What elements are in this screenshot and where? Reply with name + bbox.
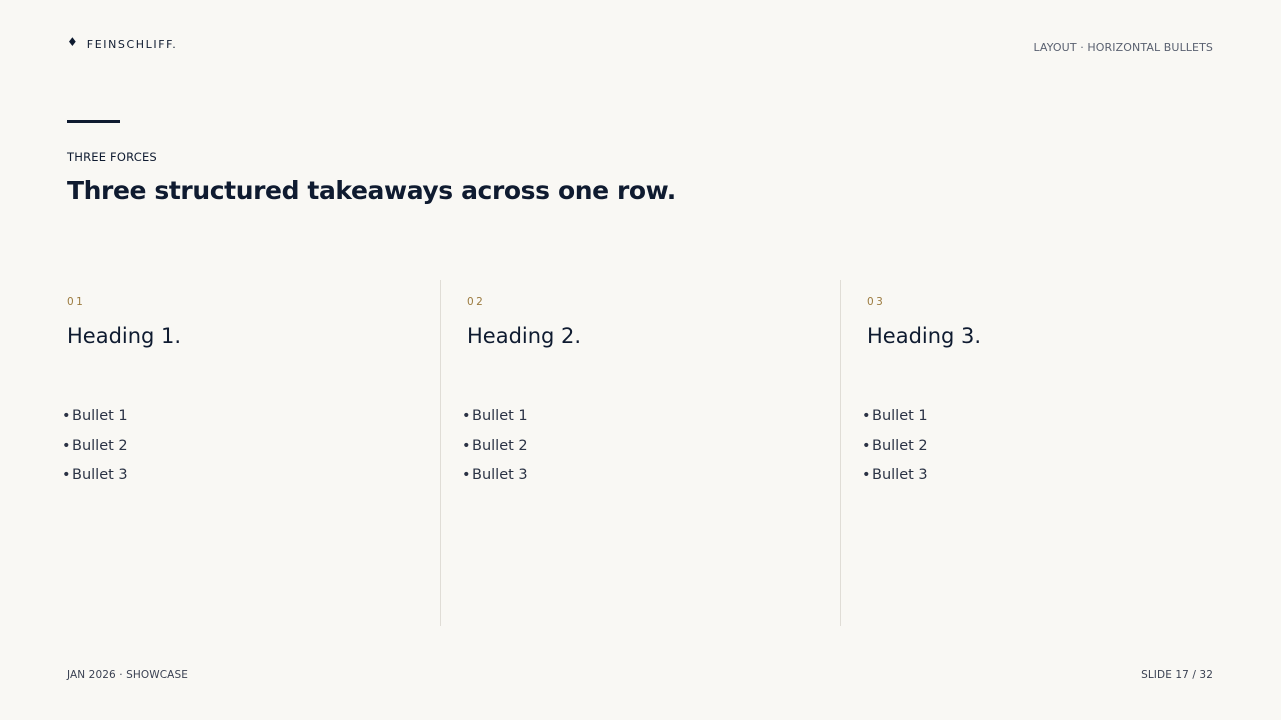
column-number: 02	[467, 296, 486, 308]
list-item: •Bullet 2	[462, 436, 528, 466]
bullet-dot-icon: •	[862, 467, 871, 483]
list-item: •Bullet 1	[62, 406, 128, 436]
bullet-text: Bullet 3	[72, 467, 128, 483]
list-item: •Bullet 3	[862, 465, 928, 495]
bullet-dot-icon: •	[62, 467, 71, 483]
bullet-text: Bullet 2	[472, 437, 528, 454]
bullet-text: Bullet 1	[872, 408, 928, 424]
column-number: 01	[67, 296, 86, 308]
list-item: •Bullet 1	[462, 406, 528, 436]
brand: ♦ FEINSCHLIFF.	[67, 34, 178, 52]
bullet-text: Bullet 2	[72, 437, 128, 454]
footer-date: JAN 2026 · SHOWCASE	[67, 669, 188, 681]
column-divider	[840, 280, 841, 626]
bullet-list: •Bullet 1 •Bullet 2 •Bullet 3	[862, 406, 928, 495]
slide-counter: SLIDE 17 / 32	[1141, 669, 1213, 681]
list-item: •Bullet 3	[462, 465, 528, 495]
column-heading: Heading 1.	[67, 324, 182, 348]
accent-rule	[67, 120, 120, 123]
bullet-dot-icon: •	[62, 437, 71, 454]
bullet-text: Bullet 3	[872, 467, 928, 483]
bullet-text: Bullet 2	[872, 437, 928, 454]
slide: ♦ FEINSCHLIFF. LAYOUT · HORIZONTAL BULLE…	[0, 0, 1281, 720]
column-number: 03	[867, 296, 886, 308]
bullet-text: Bullet 3	[472, 467, 528, 483]
slide-title: Three structured takeaways across one ro…	[67, 176, 676, 205]
column-heading: Heading 2.	[467, 324, 582, 348]
bullet-dot-icon: •	[462, 408, 471, 424]
bullet-dot-icon: •	[862, 437, 871, 454]
list-item: •Bullet 1	[862, 406, 928, 436]
column-heading: Heading 3.	[867, 324, 982, 348]
list-item: •Bullet 2	[862, 436, 928, 466]
eyebrow-label: THREE FORCES	[67, 150, 157, 164]
list-item: •Bullet 3	[62, 465, 128, 495]
bullet-dot-icon: •	[462, 467, 471, 483]
bullet-dot-icon: •	[462, 437, 471, 454]
diamond-icon: ♦	[67, 34, 78, 49]
bullet-dot-icon: •	[862, 408, 871, 424]
bullet-text: Bullet 1	[72, 408, 128, 424]
brand-name: FEINSCHLIFF.	[86, 38, 178, 51]
list-item: •Bullet 2	[62, 436, 128, 466]
bullet-list: •Bullet 1 •Bullet 2 •Bullet 3	[462, 406, 528, 495]
column-divider	[440, 280, 441, 626]
layout-label: LAYOUT · HORIZONTAL BULLETS	[1033, 41, 1213, 54]
bullet-list: •Bullet 1 •Bullet 2 •Bullet 3	[62, 406, 128, 495]
bullet-dot-icon: •	[62, 408, 71, 424]
bullet-text: Bullet 1	[472, 408, 528, 424]
